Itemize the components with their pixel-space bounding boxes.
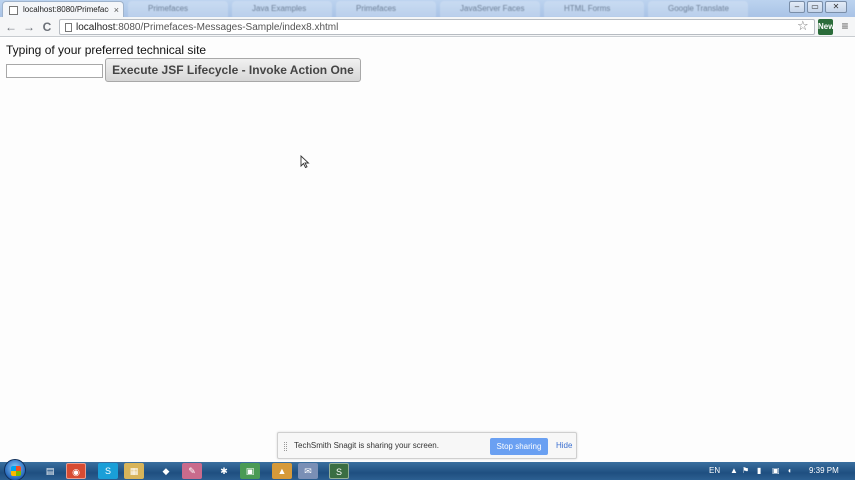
browser-toolbar: ← → C localhost:8080/Primefaces-Messages… bbox=[0, 17, 855, 37]
tab-localhost[interactable]: localhost:8080/Primefaces × bbox=[2, 1, 124, 17]
tab-title: JavaServer Faces bbox=[460, 4, 525, 13]
url-host: localhost bbox=[76, 22, 116, 33]
reload-button[interactable]: C bbox=[40, 19, 54, 35]
window-controls: – ▭ ✕ bbox=[789, 1, 847, 13]
screen-sharing-bar: TechSmith Snagit is sharing your screen.… bbox=[277, 432, 577, 459]
address-bar[interactable]: localhost:8080/Primefaces-Messages-Sampl… bbox=[59, 19, 815, 35]
page-favicon-icon bbox=[9, 6, 18, 15]
device-icon[interactable]: ▣ bbox=[772, 466, 780, 475]
volume-icon[interactable]: ◖ bbox=[787, 466, 792, 475]
app-icon-3[interactable]: ✱ bbox=[214, 463, 234, 479]
tab-title: Java Examples bbox=[252, 4, 307, 13]
language-indicator[interactable]: EN bbox=[709, 466, 720, 475]
invoke-action-button[interactable]: Execute JSF Lifecycle - Invoke Action On… bbox=[105, 58, 361, 82]
site-label: Typing of your preferred technical site bbox=[6, 43, 207, 57]
tab-title: localhost:8080/Primefaces bbox=[23, 5, 109, 14]
skype-icon[interactable]: S bbox=[98, 463, 118, 479]
hide-link[interactable]: Hide bbox=[556, 441, 572, 450]
minimize-button[interactable]: – bbox=[789, 1, 805, 13]
app-icon-5[interactable]: ▲ bbox=[272, 463, 292, 479]
tab-title: Google Translate bbox=[668, 4, 729, 13]
tab-title: Primefaces bbox=[148, 4, 189, 13]
app-icon-1[interactable]: ◆ bbox=[156, 463, 176, 479]
tab-inactive[interactable]: Primefaces bbox=[128, 1, 228, 17]
preferred-site-input[interactable] bbox=[6, 64, 103, 78]
start-button[interactable] bbox=[4, 459, 26, 480]
clock-time[interactable]: 9:39 PM bbox=[809, 466, 839, 475]
app-icon-2[interactable]: ✎ bbox=[182, 463, 202, 479]
tab-title: HTML Forms bbox=[564, 4, 611, 13]
tab-close-icon[interactable]: × bbox=[114, 2, 119, 17]
app-icon-4[interactable]: ▣ bbox=[240, 463, 260, 479]
maximize-button[interactable]: ▭ bbox=[807, 1, 823, 13]
back-button[interactable]: ← bbox=[4, 19, 18, 35]
screen: localhost:8080/Primefaces × Primefaces J… bbox=[0, 0, 855, 480]
chrome-menu-icon[interactable]: ≡ bbox=[839, 18, 851, 34]
forward-button[interactable]: → bbox=[22, 19, 36, 35]
action-center-flag-icon[interactable]: ⚑ bbox=[742, 466, 749, 475]
close-window-button[interactable]: ✕ bbox=[825, 1, 847, 13]
stop-sharing-button[interactable]: Stop sharing bbox=[490, 438, 548, 455]
show-hidden-icons-icon[interactable]: ▲ bbox=[730, 466, 738, 475]
network-icon[interactable]: ▮ bbox=[757, 466, 761, 475]
chrome-icon[interactable]: ◉ bbox=[66, 463, 86, 479]
tab-title: Primefaces bbox=[356, 4, 397, 13]
tab-inactive[interactable]: Java Examples bbox=[232, 1, 332, 17]
windows-taskbar: ▤ ◉ S ▦ ◆ ✎ ✱ ▣ ▲ ✉ S EN ▲ ⚑ ▮ ▣ ◖ 9:39 … bbox=[0, 459, 855, 480]
sharing-message: TechSmith Snagit is sharing your screen. bbox=[294, 441, 439, 450]
drag-handle-icon[interactable] bbox=[284, 442, 287, 451]
app-icon-6[interactable]: ✉ bbox=[298, 463, 318, 479]
tab-inactive[interactable]: JavaServer Faces bbox=[440, 1, 540, 17]
tab-inactive[interactable]: Primefaces bbox=[336, 1, 436, 17]
explorer-icon[interactable]: ▤ bbox=[40, 463, 60, 479]
browser-tab-strip: localhost:8080/Primefaces × Primefaces J… bbox=[0, 0, 855, 17]
tab-inactive[interactable]: HTML Forms bbox=[544, 1, 644, 17]
url-text: localhost:8080/Primefaces-Messages-Sampl… bbox=[76, 21, 338, 34]
windows-logo-icon bbox=[11, 466, 21, 476]
url-path: :8080/Primefaces-Messages-Sample/index8.… bbox=[115, 22, 339, 33]
snagit-icon[interactable]: S bbox=[329, 463, 349, 479]
tab-inactive[interactable]: Google Translate bbox=[648, 1, 748, 17]
snagit-extension-icon[interactable]: New bbox=[818, 19, 834, 35]
bookmark-star-icon[interactable]: ☆ bbox=[797, 18, 809, 34]
page-icon bbox=[65, 23, 72, 32]
page-content: Typing of your preferred technical site … bbox=[0, 38, 855, 462]
mouse-cursor-icon bbox=[300, 155, 310, 169]
folder-icon[interactable]: ▦ bbox=[124, 463, 144, 479]
